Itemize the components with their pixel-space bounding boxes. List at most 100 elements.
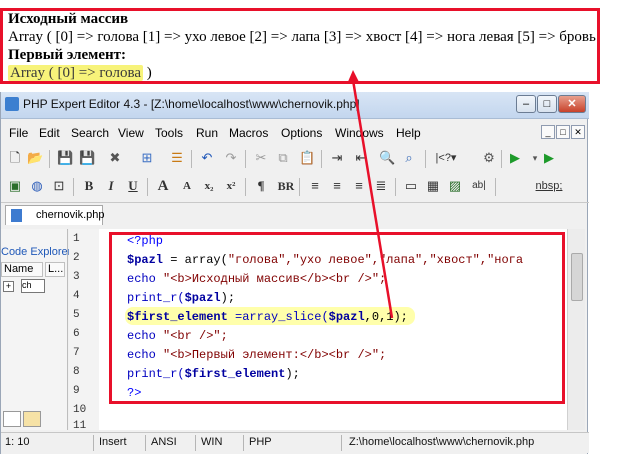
status-language: PHP	[249, 436, 272, 448]
table-icon[interactable]: ▦	[425, 178, 441, 194]
search-icon[interactable]: 🔍	[379, 150, 395, 166]
settings-icon[interactable]: ⚙	[481, 150, 497, 166]
close-file-icon[interactable]: ✖	[107, 150, 123, 166]
menu-view[interactable]: View	[118, 126, 144, 140]
code-explorer-panel: Code Explorer Name L... + ch	[1, 229, 71, 430]
replace-icon[interactable]: ⌕	[401, 150, 417, 166]
minimize-button[interactable]: –	[516, 95, 536, 113]
menu-help[interactable]: Help	[396, 126, 421, 140]
horizontal-rule-icon[interactable]: ▭	[403, 178, 419, 194]
status-line-endings: WIN	[201, 436, 223, 448]
toolbar-separator	[73, 178, 74, 196]
toolbar-separator	[299, 178, 300, 196]
code-explorer-title[interactable]: Code Explorer	[1, 246, 71, 258]
align-right-icon[interactable]: ≡	[351, 178, 367, 194]
menu-macros[interactable]: Macros	[229, 126, 268, 140]
status-file-path: Z:\home\localhost\www\chernovik.php	[349, 436, 535, 448]
line-number-gutter: 1 2 3 4 5 6 7 8 9 10 11	[69, 229, 100, 432]
align-left-icon[interactable]: ≡	[307, 178, 323, 194]
project-icon[interactable]: ⊞	[139, 150, 155, 166]
toolbar-separator	[245, 178, 246, 196]
new-file-icon[interactable]: 🗋	[7, 150, 23, 166]
status-bar: 1: 10 Insert ANSI WIN PHP Z:\home\localh…	[1, 432, 589, 453]
tag-dropdown-icon[interactable]: |<?▾	[433, 150, 459, 166]
maximize-button[interactable]: □	[537, 95, 557, 113]
indent-icon[interactable]: ⇥	[329, 150, 345, 166]
paste-icon[interactable]: 📋	[299, 150, 315, 166]
editor-window: PHP Expert Editor 4.3 - [Z:\home\localho…	[0, 92, 589, 454]
title-bar[interactable]: PHP Expert Editor 4.3 - [Z:\home\localho…	[1, 92, 589, 119]
line-number: 11	[73, 420, 87, 432]
toolbar-separator	[191, 150, 192, 168]
mdi-minimize-button[interactable]: _	[541, 125, 555, 139]
tree-file-item[interactable]: ch	[21, 279, 45, 293]
menu-edit[interactable]: Edit	[39, 126, 60, 140]
menu-search[interactable]: Search	[71, 126, 109, 140]
nbsp-button[interactable]: nbsp;	[531, 178, 567, 194]
folder-view-icon[interactable]	[23, 411, 41, 427]
redo-icon[interactable]: ↷	[223, 150, 239, 166]
tree-expand-icon[interactable]: +	[3, 281, 14, 292]
globe-icon[interactable]: ◍	[29, 178, 45, 194]
column-header-name[interactable]: Name	[1, 262, 43, 277]
panel-switcher	[1, 409, 41, 427]
scrollbar-thumb[interactable]	[571, 253, 583, 301]
underline-button[interactable]: U	[125, 178, 141, 194]
italic-button[interactable]: I	[103, 178, 119, 194]
vertical-scrollbar[interactable]	[567, 229, 585, 430]
align-justify-icon[interactable]: ≣	[373, 178, 389, 194]
subscript-button[interactable]: x₂	[201, 178, 217, 194]
save-all-icon[interactable]: 💾	[79, 150, 95, 166]
font-decrease-button[interactable]: A	[179, 178, 195, 194]
annotation-box-output	[0, 8, 600, 84]
toolbar-separator	[147, 178, 148, 196]
menu-file[interactable]: File	[9, 126, 28, 140]
tree-view-icon[interactable]	[3, 411, 21, 427]
bold-button[interactable]: B	[81, 178, 97, 194]
undo-icon[interactable]: ↶	[199, 150, 215, 166]
editor-tabs: chernovik.php	[1, 202, 589, 227]
line-number: 5	[73, 309, 80, 321]
save-icon[interactable]: 💾	[57, 150, 73, 166]
toolbar-separator	[321, 150, 322, 168]
cut-icon[interactable]: ✂	[253, 150, 269, 166]
toolbar-separator	[245, 150, 246, 168]
toolbar-separator	[395, 178, 396, 196]
tab-chernovik[interactable]: chernovik.php	[5, 205, 105, 225]
line-number: 9	[73, 385, 80, 397]
list-icon[interactable]: ☰	[169, 150, 185, 166]
menu-run[interactable]: Run	[196, 126, 218, 140]
line-break-button[interactable]: BR	[275, 178, 297, 194]
mdi-close-button[interactable]: ✕	[571, 125, 585, 139]
align-center-icon[interactable]: ≡	[329, 178, 345, 194]
run-browser-icon[interactable]: ▶	[541, 150, 557, 166]
status-separator	[145, 435, 146, 451]
line-number: 4	[73, 290, 80, 302]
line-number: 3	[73, 271, 80, 283]
outdent-icon[interactable]: ⇤	[353, 150, 369, 166]
column-header-line[interactable]: L...	[45, 262, 65, 277]
toolbar-separator	[49, 150, 50, 168]
paragraph-button[interactable]: ¶	[253, 178, 269, 194]
close-button[interactable]: ✕	[558, 95, 586, 113]
superscript-button[interactable]: x²	[223, 178, 239, 194]
status-position: 1: 10	[5, 436, 30, 448]
font-increase-button[interactable]: A	[155, 178, 171, 194]
mdi-restore-button[interactable]: □	[556, 125, 570, 139]
run-icon[interactable]: ▶	[507, 150, 523, 166]
status-separator	[243, 435, 244, 451]
toolbar-separator	[495, 178, 496, 196]
menu-tools[interactable]: Tools	[155, 126, 183, 140]
image-icon[interactable]: ▣	[7, 178, 23, 194]
open-folder-icon[interactable]: 📂	[27, 150, 43, 166]
line-number: 2	[73, 252, 80, 264]
copy-icon[interactable]: ⧉	[275, 150, 291, 166]
status-encoding: ANSI	[151, 436, 177, 448]
form-field-icon[interactable]: ab|	[471, 178, 487, 194]
insert-image-icon[interactable]: ▨	[447, 178, 463, 194]
menu-windows[interactable]: Windows	[335, 126, 384, 140]
status-insert-mode: Insert	[99, 436, 127, 448]
menu-options[interactable]: Options	[281, 126, 322, 140]
tab-label: chernovik.php	[36, 209, 105, 221]
frame-icon[interactable]: ⊡	[51, 178, 67, 194]
